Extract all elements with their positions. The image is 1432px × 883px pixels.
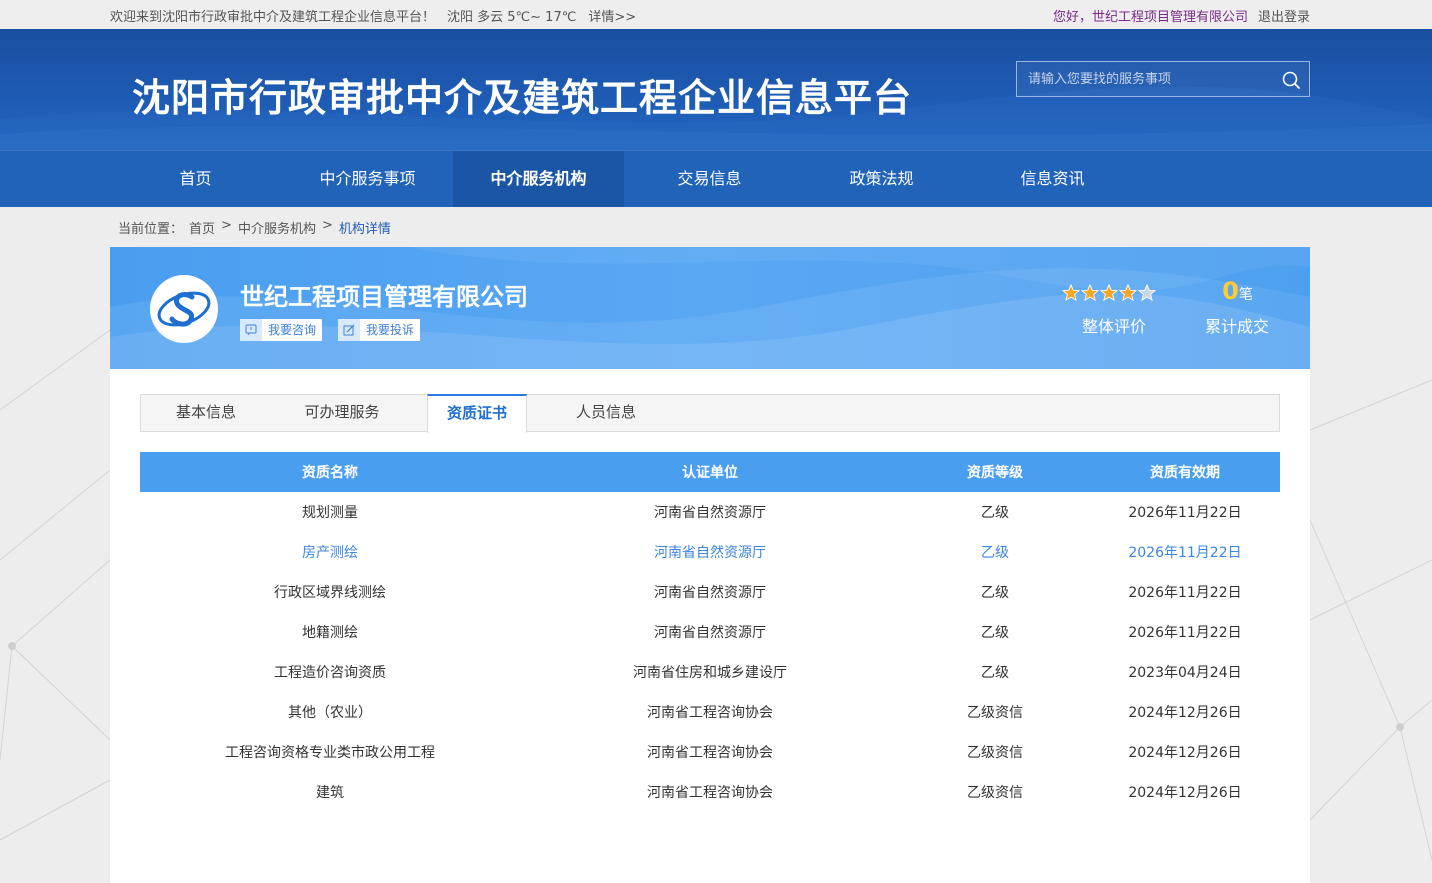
- cell-grade: 乙级: [981, 665, 1009, 681]
- weather-details-link[interactable]: 详情>>: [588, 6, 636, 25]
- breadcrumb-separator: >: [221, 218, 232, 233]
- cell-qualification-name: 行政区域界线测绘: [274, 585, 386, 601]
- company-name: 世纪工程项目管理有限公司: [240, 283, 528, 311]
- cell-validity: 2023年04月24日: [1128, 665, 1242, 681]
- cell-grade: 乙级资信: [967, 745, 1023, 761]
- cell-qualification-name: 地籍测绘: [302, 625, 358, 641]
- cell-validity: 2026年11月22日: [1128, 505, 1242, 521]
- edit-icon: [338, 319, 360, 341]
- deals-unit: 笔: [1238, 287, 1253, 303]
- star-empty-icon: [1138, 284, 1156, 302]
- cell-grade: 乙级资信: [967, 785, 1023, 801]
- nav-item-policies[interactable]: 政策法规: [796, 151, 967, 207]
- tab-available-services[interactable]: 可办理服务: [271, 394, 413, 432]
- cell-validity: 2026年11月22日: [1128, 585, 1242, 601]
- breadcrumb-label: 当前位置：: [118, 222, 184, 237]
- table-row[interactable]: 规划测量 河南省自然资源厅 乙级 2026年11月22日: [140, 492, 1280, 532]
- deals-label: 累计成交: [1205, 317, 1270, 336]
- breadcrumb-home[interactable]: 首页: [189, 218, 215, 237]
- cell-qualification-name: 工程造价咨询资质: [274, 665, 386, 681]
- cell-grade: 乙级: [981, 505, 1009, 521]
- welcome-text: 欢迎来到沈阳市行政审批中介及建筑工程企业信息平台！: [110, 10, 436, 25]
- column-header-validity: 资质有效期: [1090, 452, 1280, 492]
- company-banner: 世纪工程项目管理有限公司 我要咨询 我要投诉 整体评价 0笔 累计成交: [110, 247, 1310, 369]
- tab-personnel-info[interactable]: 人员信息: [541, 394, 671, 432]
- search-box: [1016, 61, 1310, 97]
- search-input[interactable]: [1017, 62, 1277, 96]
- table-row[interactable]: 工程造价咨询资质 河南省住房和城乡建设厅 乙级 2023年04月24日: [140, 652, 1280, 692]
- complain-button-label: 我要投诉: [366, 323, 415, 337]
- logout-link[interactable]: 退出登录: [1258, 6, 1310, 25]
- cell-certifying-unit: 河南省自然资源厅: [654, 585, 766, 601]
- cell-qualification-name: 建筑: [316, 785, 344, 801]
- cell-qualification-name: 规划测量: [302, 505, 358, 521]
- complain-button[interactable]: 我要投诉: [338, 319, 421, 341]
- nav-item-agency-services[interactable]: 中介服务事项: [282, 151, 453, 207]
- table-row[interactable]: 其他（农业） 河南省工程咨询协会 乙级资信 2024年12月26日: [140, 692, 1280, 732]
- top-bar: 欢迎来到沈阳市行政审批中介及建筑工程企业信息平台！ 沈阳 多云 5℃~ 17℃ …: [0, 0, 1432, 29]
- column-header-grade: 资质等级: [900, 452, 1090, 492]
- cell-validity: 2024年12月26日: [1128, 705, 1242, 721]
- cell-qualification-name: 工程咨询资格专业类市政公用工程: [225, 745, 435, 761]
- column-header-qualification-name: 资质名称: [140, 452, 520, 492]
- table-header-row: 资质名称 认证单位 资质等级 资质有效期: [140, 452, 1280, 492]
- deals-count: 0笔: [1205, 277, 1270, 305]
- table-row[interactable]: 建筑 河南省工程咨询协会 乙级资信 2024年12月26日: [140, 772, 1280, 812]
- cell-certifying-unit: 河南省自然资源厅: [654, 545, 766, 561]
- company-detail-panel: 世纪工程项目管理有限公司 我要咨询 我要投诉 整体评价 0笔 累计成交 基本信息…: [110, 247, 1310, 883]
- breadcrumb: 当前位置： 首页 > 中介服务机构 > 机构详情: [118, 218, 391, 237]
- cell-qualification-name: 其他（农业）: [288, 705, 372, 721]
- cell-qualification-name: 房产测绘: [302, 545, 358, 561]
- company-logo: [150, 275, 218, 343]
- table-row[interactable]: 行政区域界线测绘 河南省自然资源厅 乙级 2026年11月22日: [140, 572, 1280, 612]
- cell-certifying-unit: 河南省工程咨询协会: [647, 745, 773, 761]
- breadcrumb-separator: >: [321, 218, 333, 233]
- table-row[interactable]: 房产测绘 河南省自然资源厅 乙级 2026年11月22日: [140, 532, 1280, 572]
- site-title: 沈阳市行政审批中介及建筑工程企业信息平台: [132, 76, 913, 120]
- chat-icon: [240, 319, 262, 341]
- cell-certifying-unit: 河南省工程咨询协会: [647, 785, 773, 801]
- cell-grade: 乙级资信: [967, 705, 1023, 721]
- nav-item-transactions[interactable]: 交易信息: [624, 151, 795, 207]
- column-header-certifying-unit: 认证单位: [520, 452, 900, 492]
- cell-certifying-unit: 河南省工程咨询协会: [647, 705, 773, 721]
- user-greeting-link[interactable]: 您好，世纪工程项目管理有限公司: [1053, 6, 1248, 25]
- detail-tabs: 基本信息 可办理服务 资质证书 人员信息: [140, 394, 1280, 433]
- tab-qualification-certificates[interactable]: 资质证书: [427, 394, 527, 433]
- breadcrumb-agency-institutions[interactable]: 中介服务机构: [238, 218, 316, 237]
- cell-validity: 2026年11月22日: [1128, 545, 1242, 561]
- star-filled-icon: [1119, 284, 1137, 302]
- company-logo-icon: [157, 291, 211, 327]
- main-nav: 首页 中介服务事项 中介服务机构 交易信息 政策法规 信息资讯: [0, 150, 1432, 207]
- nav-item-home[interactable]: 首页: [110, 151, 281, 207]
- star-filled-icon: [1100, 284, 1118, 302]
- cell-certifying-unit: 河南省住房和城乡建设厅: [633, 665, 787, 681]
- star-filled-icon: [1081, 284, 1099, 302]
- cell-grade: 乙级: [981, 585, 1009, 601]
- star-filled-icon: [1062, 284, 1080, 302]
- nav-item-news[interactable]: 信息资讯: [967, 151, 1138, 207]
- cell-validity: 2024年12月26日: [1128, 785, 1242, 801]
- weather-text: 沈阳 多云 5℃~ 17℃: [447, 10, 577, 25]
- cell-grade: 乙级: [981, 545, 1009, 561]
- nav-item-agency-institutions[interactable]: 中介服务机构: [453, 151, 624, 207]
- table-row[interactable]: 地籍测绘 河南省自然资源厅 乙级 2026年11月22日: [140, 612, 1280, 652]
- cell-certifying-unit: 河南省自然资源厅: [654, 625, 766, 641]
- cell-grade: 乙级: [981, 625, 1009, 641]
- rating-label: 整体评价: [1082, 317, 1147, 336]
- cell-validity: 2024年12月26日: [1128, 745, 1242, 761]
- consult-button-label: 我要咨询: [268, 323, 317, 337]
- cell-certifying-unit: 河南省自然资源厅: [654, 505, 766, 521]
- table-row[interactable]: 工程咨询资格专业类市政公用工程 河南省工程咨询协会 乙级资信 2024年12月26日: [140, 732, 1280, 772]
- tab-basic-info[interactable]: 基本信息: [141, 394, 271, 432]
- search-icon[interactable]: [1281, 70, 1301, 90]
- rating-stars: [1062, 284, 1156, 302]
- consult-button[interactable]: 我要咨询: [240, 319, 323, 341]
- cell-validity: 2026年11月22日: [1128, 625, 1242, 641]
- qualification-table: 资质名称 认证单位 资质等级 资质有效期 规划测量 河南省自然资源厅 乙级 2026年…: [140, 452, 1280, 812]
- site-header: 沈阳市行政审批中介及建筑工程企业信息平台: [0, 29, 1432, 150]
- breadcrumb-current: 机构详情: [338, 222, 391, 237]
- deals-number: 0: [1222, 277, 1239, 305]
